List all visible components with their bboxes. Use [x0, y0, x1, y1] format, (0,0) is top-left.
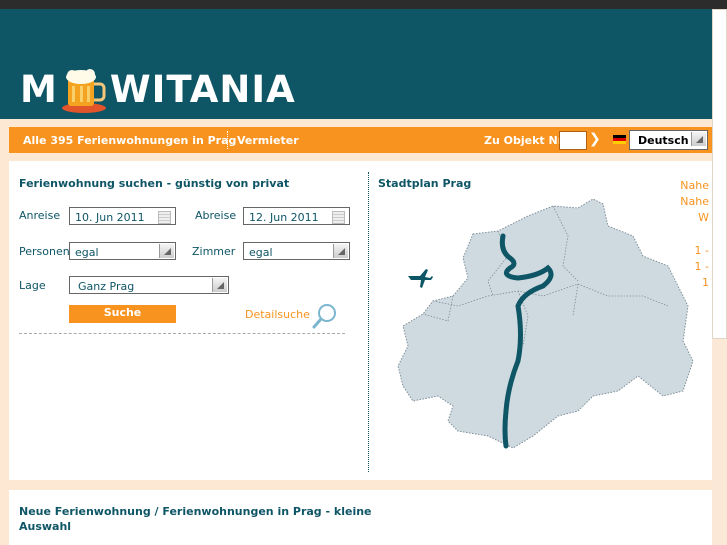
search-button[interactable]: Suche [69, 305, 176, 323]
calendar-icon[interactable] [158, 211, 171, 224]
new-listings-panel: Neue Ferienwohnung / Ferienwohnungen in … [9, 490, 712, 545]
object-number-input[interactable] [559, 131, 587, 150]
top-strip [0, 0, 727, 9]
panel-divider [368, 172, 369, 472]
beer-mug-icon [61, 69, 106, 113]
right-link-3[interactable]: W [660, 211, 709, 224]
arrival-label: Anreise [19, 209, 61, 222]
calendar-icon[interactable] [332, 211, 345, 224]
right-link-5[interactable]: 1 - [660, 260, 709, 273]
departure-label: Abreise [195, 209, 237, 222]
city-outline [397, 198, 694, 449]
departure-field[interactable]: 12. Jun 2011 [243, 207, 350, 225]
chevron-down-icon [212, 278, 227, 292]
site-header: M WITANIA [0, 9, 727, 119]
right-link-4[interactable]: 1 - [660, 244, 709, 257]
go-arrow-icon[interactable]: ❯ [589, 131, 601, 147]
location-label: Lage [19, 279, 46, 292]
detail-search-link[interactable]: Detailsuche [245, 308, 310, 321]
logo-text-left: M [20, 67, 58, 111]
arrival-value: 10. Jun 2011 [75, 211, 145, 224]
right-link-2[interactable]: Nahe [660, 195, 709, 208]
nav-landlord[interactable]: Vermieter [237, 134, 299, 147]
scrollbar-thumb[interactable] [712, 9, 727, 339]
language-select[interactable]: Deutsch [629, 130, 708, 150]
language-value: Deutsch [638, 134, 689, 147]
location-select[interactable]: Ganz Prag [69, 276, 229, 294]
rooms-select[interactable]: egal [243, 242, 350, 260]
nav-separator [227, 131, 228, 149]
logo[interactable]: M WITANIA [20, 64, 296, 114]
scrollbar[interactable] [712, 9, 727, 545]
search-title: Ferienwohnung suchen - günstig von priva… [19, 177, 290, 190]
new-listings-title-2[interactable]: Auswahl [19, 520, 71, 533]
logo-text-right: WITANIA [109, 67, 296, 111]
search-divider [19, 333, 345, 334]
object-number-label: Zu Objekt Nr [484, 134, 564, 147]
chevron-down-icon [691, 132, 706, 146]
rooms-label: Zimmer [192, 245, 236, 258]
prague-map[interactable] [378, 196, 698, 456]
right-link-1[interactable]: Nahe [660, 179, 709, 192]
nav-all-apartments[interactable]: Alle 395 Ferienwohnungen in Prag [23, 134, 236, 147]
magnifier-icon[interactable] [311, 302, 339, 330]
map-title: Stadtplan Prag [378, 177, 472, 190]
departure-value: 12. Jun 2011 [249, 211, 319, 224]
new-listings-title-1[interactable]: Neue Ferienwohnung / Ferienwohnungen in … [19, 505, 372, 518]
arrival-field[interactable]: 10. Jun 2011 [69, 207, 176, 225]
chevron-down-icon [333, 244, 348, 258]
german-flag-icon [613, 135, 626, 144]
persons-select[interactable]: egal [69, 242, 176, 260]
persons-value: egal [75, 246, 99, 259]
location-value: Ganz Prag [78, 280, 135, 293]
airplane-icon [408, 269, 433, 288]
persons-label: Personen [19, 245, 70, 258]
rooms-value: egal [249, 246, 273, 259]
right-link-6[interactable]: 1 [660, 276, 709, 289]
chevron-down-icon [159, 244, 174, 258]
nav-bar: Alle 395 Ferienwohnungen in Prag Vermiet… [9, 127, 712, 153]
